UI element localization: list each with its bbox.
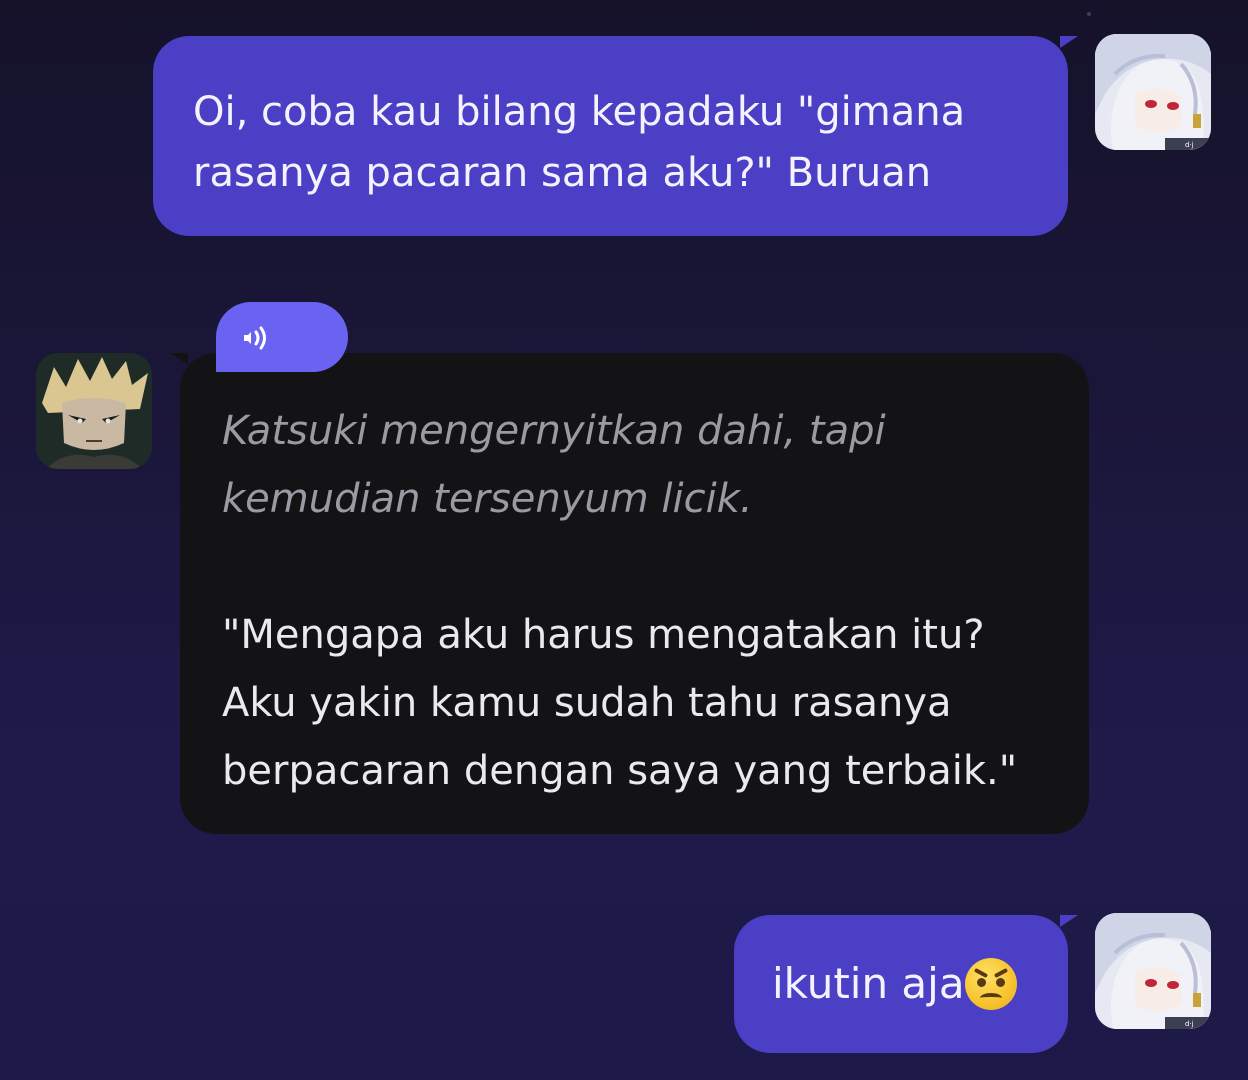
angry-face-emoji — [964, 958, 1017, 1010]
character-avatar-image — [36, 353, 152, 469]
user-avatar[interactable]: d·j — [1095, 34, 1211, 150]
user-message-text: Oi, coba kau bilang kepadaku "gimana ras… — [193, 89, 966, 196]
character-narration-text: Katsuki mengernyitkan dahi, tapi kemudia… — [222, 408, 886, 522]
play-audio-button[interactable] — [216, 302, 348, 372]
user-message-text: ikutin aja — [772, 959, 965, 1008]
user-message-bubble[interactable]: ikutin aja — [734, 915, 1078, 1053]
character-message-bubble[interactable]: Katsuki mengernyitkan dahi, tapi kemudia… — [170, 353, 1089, 834]
user-avatar-image: d·j — [1095, 34, 1211, 150]
svg-text:d·j: d·j — [1185, 141, 1194, 149]
user-avatar-image: d·j — [1095, 913, 1211, 1029]
svg-text:d·j: d·j — [1185, 1020, 1194, 1028]
character-dialogue-text: "Mengapa aku harus mengatakan itu? Aku y… — [222, 612, 1018, 794]
user-avatar[interactable]: d·j — [1095, 913, 1211, 1029]
speaker-icon — [244, 326, 266, 350]
status-dot — [1087, 12, 1091, 16]
user-message-bubble[interactable]: Oi, coba kau bilang kepadaku "gimana ras… — [153, 36, 1078, 236]
character-avatar[interactable] — [36, 353, 152, 469]
